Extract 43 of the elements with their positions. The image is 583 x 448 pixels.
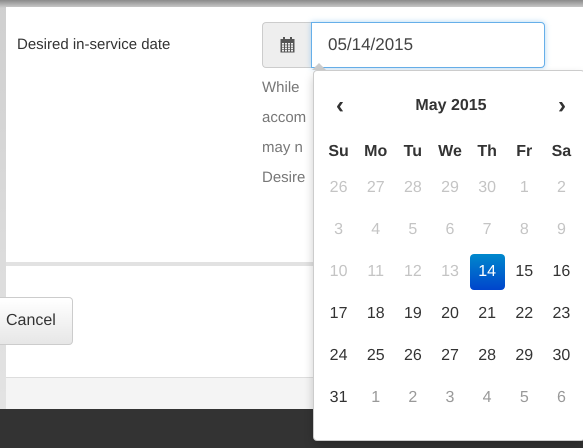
calendar-day[interactable]: 29: [506, 338, 542, 374]
calendar-day[interactable]: 3: [432, 380, 468, 416]
calendar-day[interactable]: 27: [432, 338, 468, 374]
calendar-day[interactable]: 2: [395, 380, 430, 416]
weekday-header: We: [437, 142, 463, 162]
calendar-day[interactable]: 18: [358, 296, 394, 332]
field-label: Desired in-service date: [17, 36, 170, 53]
calendar-day[interactable]: 15: [506, 254, 542, 290]
calendar-day[interactable]: 20: [432, 296, 468, 332]
calendar-day[interactable]: 21: [470, 296, 505, 332]
weekday-header: Su: [327, 142, 350, 162]
help-text: While: [262, 78, 300, 98]
calendar-day[interactable]: 25: [358, 338, 394, 374]
calendar-day[interactable]: 24: [321, 338, 356, 374]
calendar-day[interactable]: 17: [321, 296, 356, 332]
next-month-button[interactable]: ›: [554, 94, 570, 118]
calendar-day[interactable]: 16: [544, 254, 579, 290]
calendar-day[interactable]: 30: [544, 338, 579, 374]
calendar-day[interactable]: 31: [321, 380, 356, 416]
weekday-header: Tu: [402, 142, 424, 162]
calendar-day[interactable]: 28: [470, 338, 505, 374]
weekday-header: Sa: [550, 142, 572, 162]
calendar-addon[interactable]: [262, 22, 311, 68]
help-text: may n: [262, 138, 303, 158]
calendar-day[interactable]: 23: [544, 296, 579, 332]
previous-month-button[interactable]: ‹: [332, 94, 348, 118]
weekday-header: Fr: [515, 142, 534, 162]
calendar-day[interactable]: 6: [544, 380, 579, 416]
calendar-day[interactable]: 14: [470, 254, 505, 290]
calendar-icon: [280, 37, 294, 53]
calendar-day[interactable]: 19: [395, 296, 430, 332]
help-text: accom: [262, 108, 306, 128]
calendar-day[interactable]: 4: [470, 380, 505, 416]
help-text: Desire: [262, 168, 306, 188]
cancel-button[interactable]: Cancel: [0, 297, 73, 345]
calendar-day[interactable]: 5: [506, 380, 542, 416]
calendar-day[interactable]: 1: [358, 380, 394, 416]
weekday-header: Mo: [363, 142, 388, 162]
calendar-day[interactable]: 26: [395, 338, 430, 374]
month-title[interactable]: May 2015: [409, 96, 493, 116]
calendar-day[interactable]: 22: [506, 296, 542, 332]
date-input-field[interactable]: 05/14/2015: [311, 22, 545, 68]
weekday-header: Th: [476, 142, 498, 162]
